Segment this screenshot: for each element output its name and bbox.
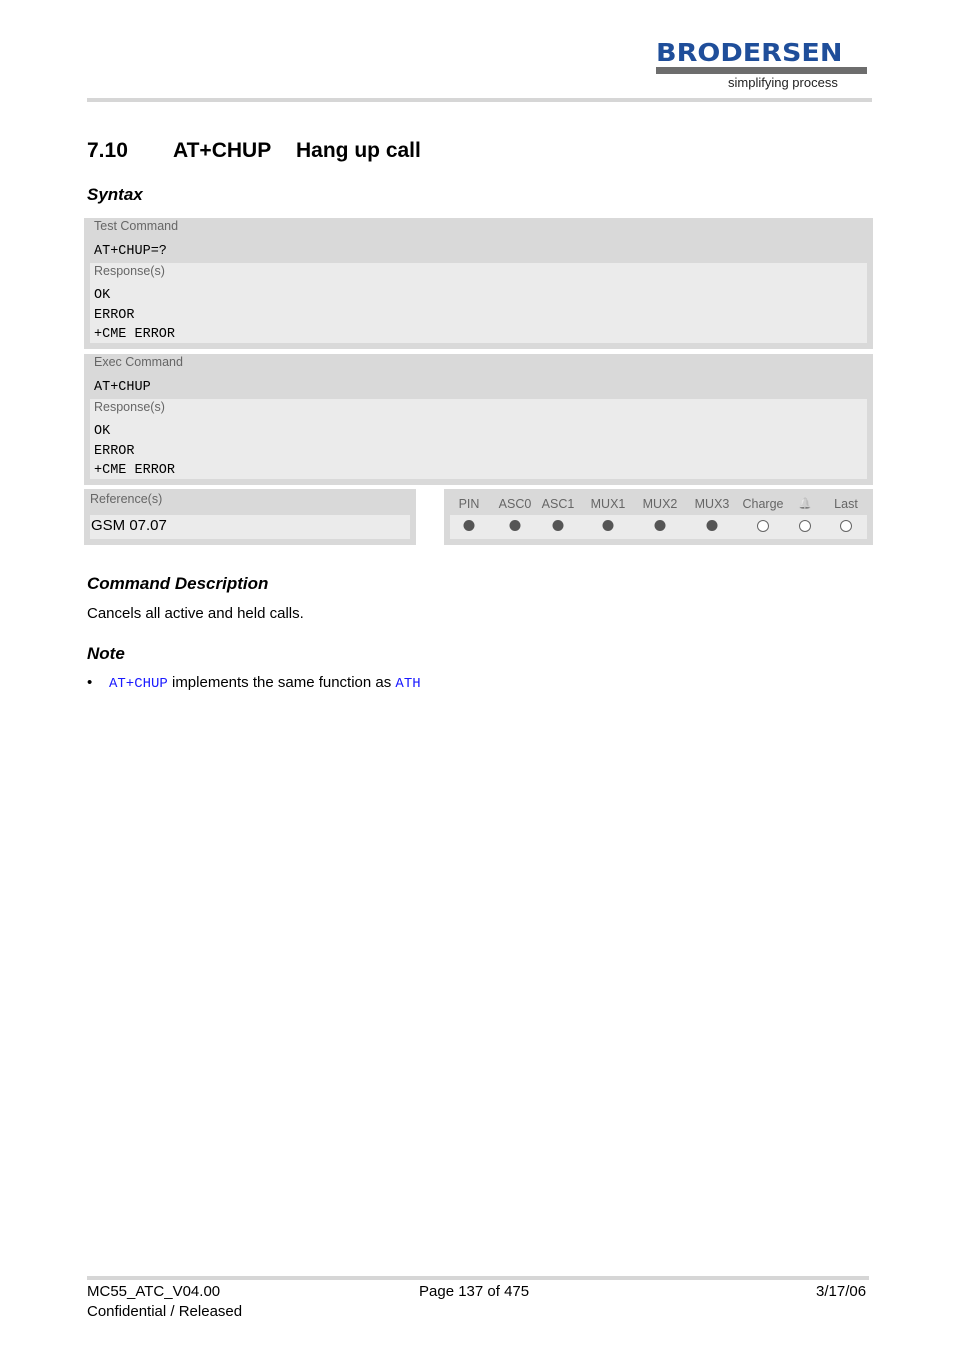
flag-header: Charge — [742, 497, 784, 511]
alarm-bell-icon: 🔔 — [798, 498, 812, 510]
flags-table: PIN ASC0 ASC1 MUX1 MUX2 MUX3 Charge 🔔 Last — [444, 489, 873, 545]
test-command-box: Test Command AT+CHUP=? Response(s) OK ER… — [84, 218, 873, 349]
footer-date: 3/17/06 — [816, 1283, 867, 1300]
filled-circle-icon — [654, 520, 666, 531]
empty-circle-icon — [757, 520, 769, 532]
response-item: ERROR — [94, 443, 135, 459]
empty-circle-icon — [799, 520, 811, 532]
filled-circle-icon — [706, 520, 718, 531]
flag-header: MUX1 — [590, 497, 626, 511]
ath-link[interactable]: ATH — [395, 676, 420, 692]
note-text: implements the same function as — [167, 674, 396, 691]
flag-header: MUX2 — [642, 497, 678, 511]
response-item: OK — [94, 288, 111, 303]
filled-circle-icon — [552, 520, 564, 531]
response-item: +CME ERROR — [94, 327, 176, 342]
brodersen-logo: BRODERSEN — [656, 38, 843, 67]
exec-command-box: Exec Command AT+CHUP Response(s) OK ERRO… — [84, 354, 873, 485]
response-label: Response(s) — [94, 264, 165, 278]
filled-circle-icon — [602, 520, 614, 531]
section-title: 7.10 AT+CHUP Hang up call — [87, 139, 421, 163]
description-heading: Command Description — [87, 574, 269, 593]
page: BRODERSEN simplifying process 7.10 AT+CHU… — [0, 0, 954, 1351]
test-response-box: Response(s) OK ERROR +CME ERROR — [90, 263, 867, 343]
note-heading: Note — [87, 644, 125, 663]
footer-divider — [87, 1276, 869, 1280]
logo-bar — [656, 67, 867, 74]
section-number: 7.10 — [87, 139, 128, 162]
flag-header: Last — [834, 497, 858, 511]
exec-command-label: Exec Command — [94, 355, 183, 369]
filled-circle-icon — [463, 520, 475, 531]
flag-header: PIN — [458, 497, 480, 511]
test-command-label: Test Command — [94, 219, 179, 233]
logo-tagline: simplifying process — [728, 75, 838, 90]
reference-value-box: GSM 07.07 — [90, 515, 410, 539]
footer-left: MC55_ATC_V04.00 Confidential / Released — [87, 1282, 242, 1322]
empty-circle-icon — [840, 520, 852, 532]
response-item: ERROR — [94, 307, 135, 323]
reference-box: Reference(s) GSM 07.07 — [84, 489, 416, 545]
response-list: OK ERROR +CME ERROR — [94, 422, 175, 481]
description-text: Cancels all active and held calls. — [87, 605, 304, 622]
response-label: Response(s) — [94, 400, 165, 414]
response-item: OK — [94, 424, 111, 439]
filled-circle-icon — [509, 520, 521, 531]
flag-header: ASC1 — [541, 497, 575, 511]
flag-header: ASC0 — [498, 497, 532, 511]
response-list: OK ERROR +CME ERROR — [94, 286, 175, 345]
exec-response-box: Response(s) OK ERROR +CME ERROR — [90, 399, 867, 479]
response-item: +CME ERROR — [94, 463, 176, 478]
header-divider — [87, 98, 872, 102]
reference-value: GSM 07.07 — [91, 517, 167, 534]
note-item: • AT+CHUP implements the same function as… — [87, 674, 421, 692]
test-command: AT+CHUP=? — [94, 244, 167, 259]
at-chup-link[interactable]: AT+CHUP — [109, 676, 168, 692]
section-name: Hang up call — [296, 139, 421, 162]
footer-page: Page 137 of 475 — [419, 1283, 530, 1300]
footer-doc: MC55_ATC_V04.00 — [87, 1283, 221, 1300]
exec-command: AT+CHUP — [94, 380, 151, 395]
bullet: • — [87, 674, 93, 691]
reference-label: Reference(s) — [90, 492, 163, 506]
flag-header: MUX3 — [694, 497, 730, 511]
footer-status: Confidential / Released — [87, 1303, 243, 1320]
section-command: AT+CHUP — [173, 139, 272, 162]
flags-box: PIN ASC0 ASC1 MUX1 MUX2 MUX3 Charge 🔔 Last — [444, 489, 873, 545]
syntax-heading: Syntax — [87, 185, 143, 204]
